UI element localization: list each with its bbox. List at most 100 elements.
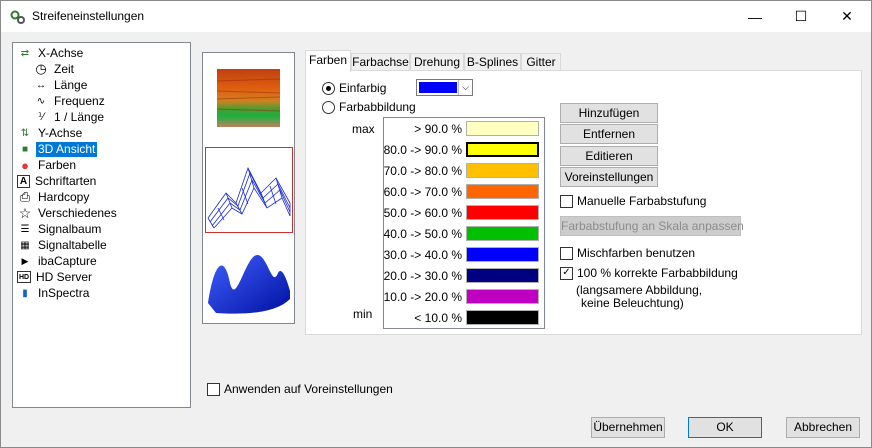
- single-color-label: Einfarbig: [339, 81, 387, 95]
- apply-to-defaults-checkbox[interactable]: Anwenden auf Voreinstellungen: [207, 382, 393, 396]
- tree-item-length[interactable]: ↔ Länge: [33, 77, 89, 93]
- wireframe-surface-icon: [207, 166, 291, 229]
- apply-button[interactable]: Übernehmen: [591, 417, 665, 438]
- spectrum-icon: ▮: [22, 287, 28, 299]
- defaults-button[interactable]: Voreinstellungen: [560, 167, 658, 187]
- view-mode-preview-list[interactable]: [202, 52, 295, 324]
- checkbox-box: [207, 382, 220, 396]
- tree-item-signal-table[interactable]: ▦ Signaltabelle: [17, 237, 109, 253]
- color-scale-row[interactable]: 40.0 -> 50.0 %: [384, 224, 544, 244]
- tree-item-ibacapture[interactable]: ▶ ibaCapture: [17, 253, 99, 269]
- range-label: < 10.0 %: [414, 311, 462, 325]
- tree-item-hd-server[interactable]: HD HD Server: [17, 269, 94, 285]
- maximize-icon: ☐: [794, 8, 808, 24]
- add-color-button[interactable]: Hinzufügen: [560, 103, 658, 123]
- color-scale-row[interactable]: 30.0 -> 40.0 %: [384, 245, 544, 265]
- color-box[interactable]: [466, 268, 539, 283]
- colors-tab-panel: Einfarbig ⌵ Farbabbildung max min > 90.0…: [305, 70, 862, 335]
- star-icon: ☆: [18, 204, 32, 221]
- remove-color-button[interactable]: Entfernen: [560, 124, 658, 144]
- maximize-button[interactable]: ☐: [778, 1, 824, 32]
- color-box[interactable]: [466, 226, 539, 241]
- tree-item-label: Signalbaum: [38, 221, 102, 236]
- color-scale-row[interactable]: 10.0 -> 20.0 %: [384, 287, 544, 307]
- minimize-icon: —: [748, 8, 762, 25]
- tree-item-label: Hardcopy: [38, 189, 90, 204]
- color-scale-row[interactable]: 60.0 -> 70.0 %: [384, 182, 544, 202]
- wireframe-preview-thumbnail[interactable]: [205, 147, 293, 233]
- tree-item-fonts[interactable]: A Schriftarten: [17, 173, 98, 189]
- color-box[interactable]: [466, 205, 539, 220]
- apply-to-defaults-label: Anwenden auf Voreinstellungen: [224, 382, 393, 396]
- color-box[interactable]: [466, 184, 539, 199]
- tree-item-label: Farben: [38, 157, 77, 172]
- radio-dot: [326, 85, 331, 91]
- color-box[interactable]: [466, 289, 539, 304]
- tree-item-label: 3D Ansicht: [36, 141, 98, 157]
- tab-rotation[interactable]: Drehung: [410, 53, 464, 71]
- checkmark-icon: ✓: [560, 266, 573, 280]
- color-box[interactable]: [466, 247, 539, 262]
- color-box[interactable]: [466, 142, 539, 157]
- correct-color-mapping-checkbox[interactable]: ✓ 100 % korrekte Farbabbildung: [560, 266, 738, 280]
- cancel-button[interactable]: Abbrechen: [786, 417, 860, 438]
- tab-colors[interactable]: Farben: [305, 50, 351, 72]
- tree-item-label: HD Server: [36, 269, 93, 284]
- color-scale-row[interactable]: 50.0 -> 60.0 %: [384, 203, 544, 223]
- color-box[interactable]: [466, 310, 539, 325]
- color-box[interactable]: [466, 163, 539, 178]
- tree-item-inverse-length[interactable]: ⅟ 1 / Länge: [33, 109, 106, 125]
- tree-item-label: Länge: [54, 77, 88, 92]
- ok-button[interactable]: OK: [688, 417, 762, 438]
- tree-item-3d-view[interactable]: ■ 3D Ansicht: [17, 141, 98, 157]
- range-label: 50.0 -> 60.0 %: [383, 206, 462, 220]
- tab-grid[interactable]: Gitter: [521, 53, 561, 71]
- tab-b-splines[interactable]: B-Splines: [464, 53, 521, 71]
- tree-item-label: Verschiedenes: [38, 205, 117, 220]
- y-axis-icon: ⇅: [20, 127, 30, 139]
- tree-item-frequency[interactable]: ∿ Frequenz: [33, 93, 107, 109]
- tree-item-label: ibaCapture: [38, 253, 97, 268]
- correct-mapping-note: (langsamere Abbildung, keine Beleuchtung…: [576, 284, 702, 310]
- tree-item-time[interactable]: ◷ Zeit: [33, 61, 76, 77]
- color-scale-list[interactable]: > 90.0 % 80.0 -> 90.0 % 70.0 -> 80.0 % 6…: [383, 117, 545, 329]
- correct-color-mapping-label: 100 % korrekte Farbabbildung: [577, 266, 738, 280]
- color-mapping-radio[interactable]: Farbabbildung: [322, 100, 416, 114]
- tree-item-miscellaneous[interactable]: ☆ Verschiedenes: [17, 205, 119, 221]
- length-icon: ↔: [36, 79, 46, 91]
- color-scale-row[interactable]: > 90.0 %: [384, 119, 544, 139]
- blend-colors-checkbox[interactable]: Mischfarben benutzen: [560, 246, 695, 260]
- tab-color-axis[interactable]: Farbachse: [351, 53, 410, 71]
- range-label: 30.0 -> 40.0 %: [383, 248, 462, 262]
- minimize-button[interactable]: —: [732, 1, 778, 32]
- color-box[interactable]: [466, 121, 539, 136]
- color-scale-row[interactable]: 20.0 -> 30.0 %: [384, 266, 544, 286]
- tree-item-x-axis[interactable]: ⇄ X-Achse: [17, 45, 85, 61]
- color-scale-row[interactable]: < 10.0 %: [384, 308, 544, 328]
- manual-gradient-label: Manuelle Farbabstufung: [577, 194, 707, 208]
- settings-tree[interactable]: ⇄ X-Achse ◷ Zeit ↔ Länge ∿ Frequenz ⅟ 1 …: [12, 42, 191, 408]
- fit-gradient-to-scale-button[interactable]: Farbabstufung an Skala anpassen: [560, 216, 744, 236]
- tree-item-inspectra[interactable]: ▮ InSpectra: [17, 285, 91, 301]
- close-button[interactable]: ✕: [824, 1, 870, 32]
- color-swatch: [419, 82, 457, 93]
- inverse-length-icon: ⅟: [38, 111, 44, 123]
- manual-gradient-checkbox[interactable]: Manuelle Farbabstufung: [560, 194, 706, 208]
- edit-color-button[interactable]: Editieren: [560, 146, 658, 166]
- tree-item-colors[interactable]: ● Farben: [17, 157, 78, 173]
- close-icon: ✕: [841, 8, 853, 24]
- tree-item-signal-tree[interactable]: ☰ Signalbaum: [17, 221, 103, 237]
- settings-dialog: Streifeneinstellungen — ☐ ✕ ⇄ X-Achse ◷ …: [0, 0, 872, 448]
- note-line-2: keine Beleuchtung): [581, 296, 684, 310]
- tree-item-hardcopy[interactable]: ⎙ Hardcopy: [17, 189, 91, 205]
- hd-server-icon: HD: [17, 271, 31, 283]
- range-label: 70.0 -> 80.0 %: [383, 164, 462, 178]
- surface-preview-thumbnail[interactable]: [206, 243, 292, 315]
- heatmap-preview-thumbnail[interactable]: [217, 69, 280, 131]
- checkbox-box: [560, 194, 573, 208]
- single-color-radio[interactable]: Einfarbig: [322, 81, 386, 95]
- color-scale-row[interactable]: 70.0 -> 80.0 %: [384, 161, 544, 181]
- color-scale-row[interactable]: 80.0 -> 90.0 %: [384, 140, 544, 160]
- single-color-picker[interactable]: ⌵: [416, 79, 473, 96]
- tree-item-y-axis[interactable]: ⇅ Y-Achse: [17, 125, 84, 141]
